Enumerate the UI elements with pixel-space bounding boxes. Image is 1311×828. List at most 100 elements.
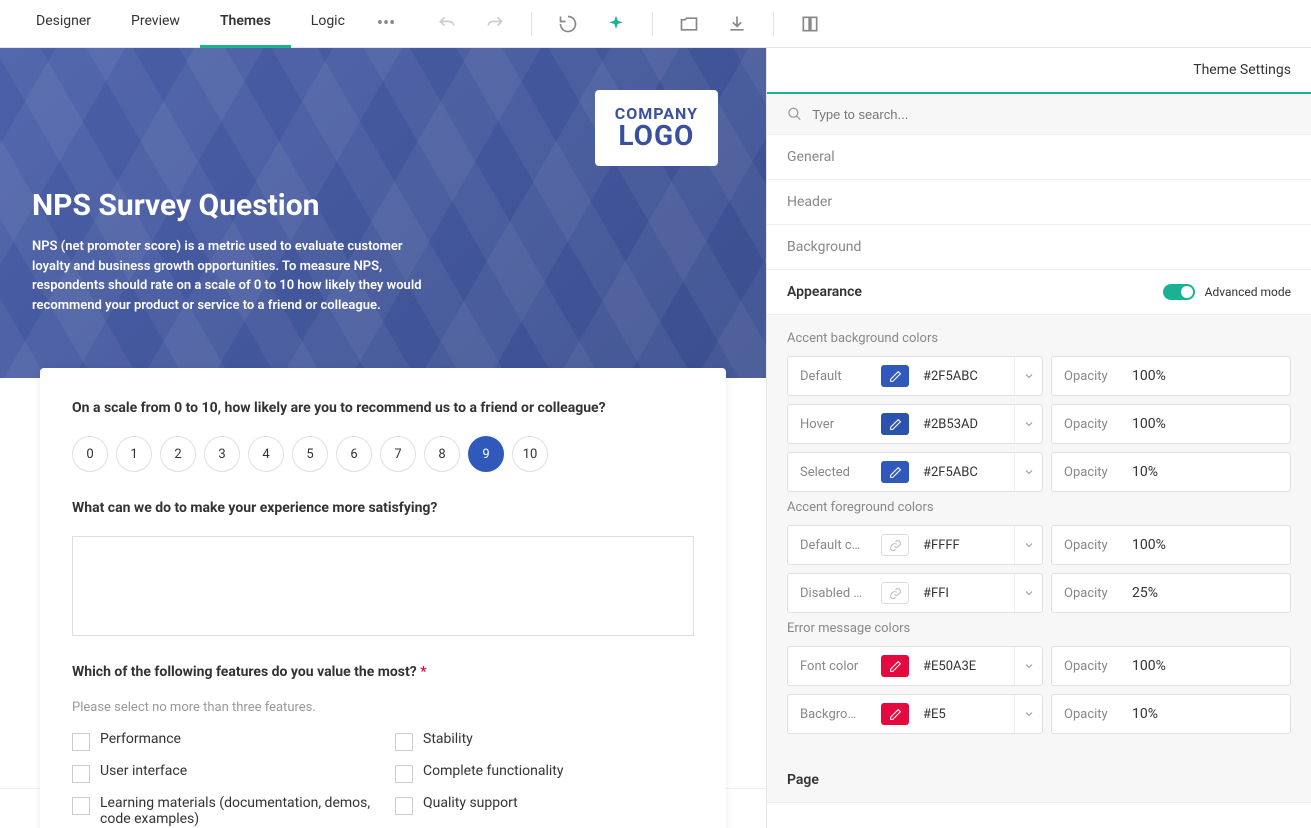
feature-item[interactable]: User interface [72, 763, 371, 783]
opacity-value[interactable]: 100% [1120, 537, 1290, 553]
feature-item[interactable]: Complete functionality [395, 763, 694, 783]
chevron-down-icon[interactable] [1014, 574, 1042, 612]
property-label: Default [788, 369, 875, 384]
checkbox[interactable] [395, 733, 413, 751]
survey-description: NPS (net promoter score) is a metric use… [32, 237, 432, 315]
scale-option-4[interactable]: 4 [248, 436, 284, 472]
question-1-title: On a scale from 0 to 10, how likely are … [72, 400, 694, 416]
chevron-down-icon[interactable] [1014, 453, 1042, 491]
color-property[interactable]: Default #2F5ABC [787, 356, 1043, 396]
opacity-property[interactable]: Opacity100% [1051, 646, 1291, 686]
section-appearance[interactable]: Appearance Advanced mode [767, 270, 1311, 315]
tab-themes[interactable]: Themes [200, 0, 291, 48]
color-property[interactable]: Background ... #E5 [787, 694, 1043, 734]
redo-icon[interactable] [479, 8, 511, 40]
feedback-textarea[interactable] [72, 536, 694, 636]
scale-option-2[interactable]: 2 [160, 436, 196, 472]
advanced-mode-label: Advanced mode [1205, 285, 1291, 299]
opacity-value[interactable]: 100% [1120, 658, 1290, 674]
more-icon[interactable]: ••• [365, 0, 407, 48]
survey-canvas: COMPANY LOGO NPS Survey Question NPS (ne… [0, 48, 766, 828]
question-3-helper: Please select no more than three feature… [72, 700, 694, 715]
opacity-property[interactable]: Opacity100% [1051, 356, 1291, 396]
chevron-down-icon[interactable] [1014, 357, 1042, 395]
chevron-down-icon[interactable] [1014, 405, 1042, 443]
section-general[interactable]: General [767, 135, 1311, 180]
feature-label: Complete functionality [423, 763, 564, 779]
opacity-property[interactable]: Opacity100% [1051, 525, 1291, 565]
color-hex[interactable]: #FFI [915, 586, 1014, 601]
feature-item[interactable]: Stability [395, 731, 694, 751]
feature-label: Learning materials (documentation, demos… [100, 795, 371, 827]
scale-option-7[interactable]: 7 [380, 436, 416, 472]
color-hex[interactable]: #E5 [915, 707, 1014, 722]
checkbox[interactable] [395, 797, 413, 815]
scale-option-3[interactable]: 3 [204, 436, 240, 472]
feature-label: Stability [423, 731, 473, 747]
scale-option-5[interactable]: 5 [292, 436, 328, 472]
opacity-label: Opacity [1052, 659, 1120, 674]
opacity-value[interactable]: 100% [1120, 416, 1290, 432]
feature-item[interactable]: Performance [72, 731, 371, 751]
advanced-mode-toggle[interactable] [1163, 284, 1195, 300]
company-logo: COMPANY LOGO [595, 90, 718, 166]
opacity-property[interactable]: Opacity10% [1051, 694, 1291, 734]
scale-option-0[interactable]: 0 [72, 436, 108, 472]
scale-option-6[interactable]: 6 [336, 436, 372, 472]
color-hex[interactable]: #E50A3E [915, 659, 1014, 674]
color-property[interactable]: Font color#E50A3E [787, 646, 1043, 686]
undo-icon[interactable] [431, 8, 463, 40]
opacity-label: Opacity [1052, 538, 1120, 553]
scale-option-9[interactable]: 9 [468, 436, 504, 472]
chevron-down-icon[interactable] [1014, 647, 1042, 685]
section-page[interactable]: Page [767, 758, 1311, 803]
theme-icon[interactable] [600, 8, 632, 40]
scale-option-1[interactable]: 1 [116, 436, 152, 472]
chevron-down-icon[interactable] [1014, 526, 1042, 564]
opacity-property[interactable]: Opacity100% [1051, 404, 1291, 444]
property-group-label: Accent foreground colors [787, 500, 1291, 515]
color-property[interactable]: Selected#2F5ABC [787, 452, 1043, 492]
chevron-down-icon[interactable] [1014, 695, 1042, 733]
settings-search[interactable] [767, 94, 1311, 135]
survey-header: COMPANY LOGO NPS Survey Question NPS (ne… [0, 48, 766, 378]
color-hex[interactable]: #2F5ABC [915, 369, 1014, 384]
opacity-value[interactable]: 100% [1120, 368, 1290, 384]
opacity-value[interactable]: 10% [1120, 706, 1290, 722]
opacity-label: Opacity [1052, 586, 1120, 601]
search-input[interactable] [812, 107, 1291, 122]
color-property[interactable]: Disabled color#FFI [787, 573, 1043, 613]
checkbox[interactable] [395, 765, 413, 783]
download-icon[interactable] [721, 8, 753, 40]
book-icon[interactable] [794, 8, 826, 40]
checkbox[interactable] [72, 765, 90, 783]
question-3-title: Which of the following features do you v… [72, 664, 694, 680]
checkbox[interactable] [72, 733, 90, 751]
feature-item[interactable]: Learning materials (documentation, demos… [72, 795, 371, 827]
tab-designer[interactable]: Designer [16, 0, 111, 48]
color-hex[interactable]: #2F5ABC [915, 465, 1014, 480]
top-bar: Designer Preview Themes Logic ••• [0, 0, 1311, 48]
open-icon[interactable] [673, 8, 705, 40]
color-hex[interactable]: #2B53AD [915, 417, 1014, 432]
scale-option-10[interactable]: 10 [512, 436, 548, 472]
tab-logic[interactable]: Logic [291, 0, 365, 48]
color-property[interactable]: Default color #FFFF [787, 525, 1043, 565]
checkbox[interactable] [72, 797, 90, 815]
section-background[interactable]: Background [767, 225, 1311, 270]
property-label: Default color [788, 538, 875, 553]
property-group-label: Accent background colors [787, 331, 1291, 346]
opacity-property[interactable]: Opacity10% [1051, 452, 1291, 492]
scale-option-8[interactable]: 8 [424, 436, 460, 472]
opacity-value[interactable]: 25% [1120, 585, 1290, 601]
opacity-property[interactable]: Opacity25% [1051, 573, 1291, 613]
section-header[interactable]: Header [767, 180, 1311, 225]
feature-item[interactable]: Quality support [395, 795, 694, 827]
question-2-title: What can we do to make your experience m… [72, 500, 694, 516]
tab-preview[interactable]: Preview [111, 0, 200, 48]
color-hex[interactable]: #FFFF [915, 538, 1014, 553]
color-property[interactable]: Hover#2B53AD [787, 404, 1043, 444]
opacity-value[interactable]: 10% [1120, 464, 1290, 480]
reset-icon[interactable] [552, 8, 584, 40]
property-label: Background ... [788, 707, 875, 722]
